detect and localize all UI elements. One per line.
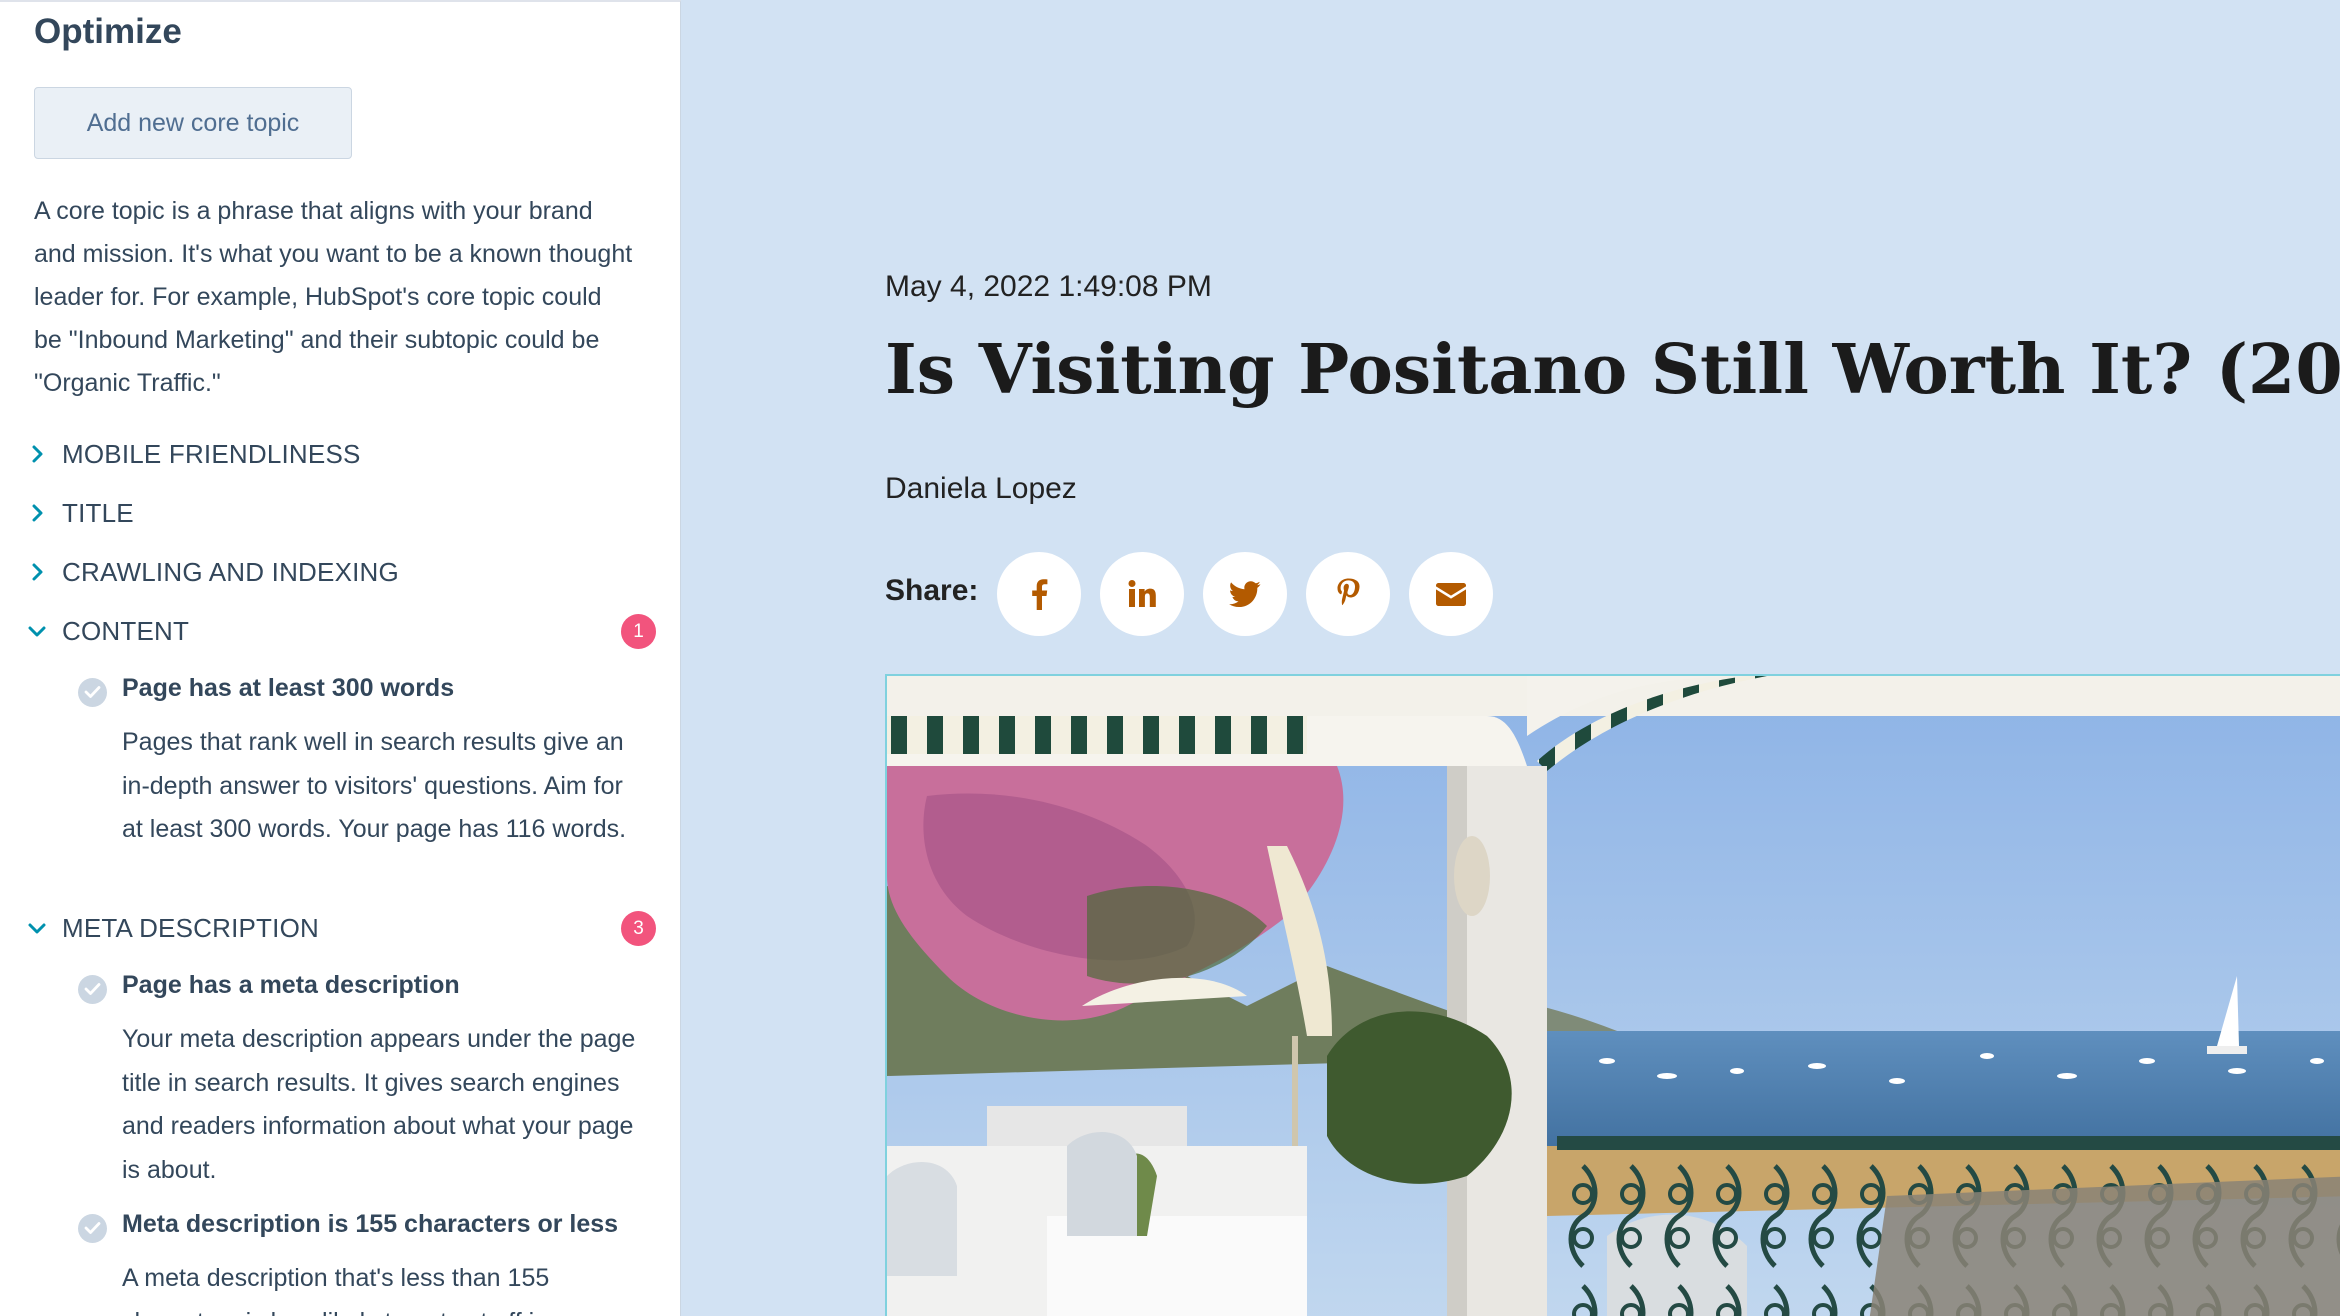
- check-description: A meta description that's less than 155 …: [122, 1264, 550, 1316]
- check-title: Meta description is 155 characters or le…: [122, 1210, 619, 1238]
- post-date: May 4, 2022 1:49:08 PM: [885, 270, 1212, 303]
- linkedin-icon: [1127, 579, 1157, 609]
- chevron-right-icon: [26, 502, 48, 524]
- issue-count-badge: 1: [621, 614, 656, 649]
- check-icon: [78, 975, 107, 1004]
- post-author: Daniela Lopez: [885, 472, 1077, 505]
- check-icon: [78, 1214, 107, 1243]
- section-title[interactable]: TITLE: [26, 491, 656, 535]
- panel-title: Optimize: [34, 12, 182, 51]
- chevron-down-icon: [26, 917, 48, 939]
- section-meta-description[interactable]: META DESCRIPTION 3: [26, 906, 656, 950]
- twitter-icon: [1229, 580, 1261, 608]
- check-icon: [78, 678, 107, 707]
- pinterest-icon: [1336, 578, 1360, 610]
- optimize-panel: Optimize Add new core topic A core topic…: [0, 0, 681, 1316]
- section-content[interactable]: CONTENT 1: [26, 609, 656, 653]
- section-label: MOBILE FRIENDLINESS: [62, 438, 361, 469]
- share-label: Share:: [885, 574, 979, 607]
- chevron-right-icon: [26, 443, 48, 465]
- positano-terrace-image: [887, 676, 2340, 1316]
- check-title: Page has a meta description: [122, 971, 460, 999]
- check-description: Pages that rank well in search results g…: [122, 728, 627, 843]
- share-pinterest-button[interactable]: [1306, 552, 1390, 636]
- email-icon: [1436, 582, 1466, 606]
- featured-image: [885, 674, 2340, 1316]
- share-facebook-button[interactable]: [997, 552, 1081, 636]
- section-mobile-friendliness[interactable]: MOBILE FRIENDLINESS: [26, 432, 656, 476]
- blog-post-preview: May 4, 2022 1:49:08 PM Is Visiting Posit…: [682, 0, 2340, 1316]
- chevron-down-icon: [26, 620, 48, 642]
- facebook-icon: [1030, 578, 1048, 610]
- share-linkedin-button[interactable]: [1100, 552, 1184, 636]
- share-twitter-button[interactable]: [1203, 552, 1287, 636]
- share-email-button[interactable]: [1409, 552, 1493, 636]
- section-label: TITLE: [62, 497, 134, 528]
- post-title: Is Visiting Positano Still Worth It? (20…: [885, 330, 2340, 410]
- check-description: Your meta description appears under the …: [122, 1025, 636, 1184]
- core-topic-description: A core topic is a phrase that aligns wit…: [34, 197, 633, 397]
- chevron-right-icon: [26, 561, 48, 583]
- issue-count-badge: 3: [621, 911, 656, 946]
- section-label: META DESCRIPTION: [62, 912, 319, 943]
- add-core-topic-button[interactable]: Add new core topic: [34, 87, 352, 159]
- check-title: Page has at least 300 words: [122, 674, 455, 702]
- section-label: CRAWLING AND INDEXING: [62, 556, 399, 587]
- section-crawling-and-indexing[interactable]: CRAWLING AND INDEXING: [26, 550, 656, 594]
- section-label: CONTENT: [62, 615, 190, 646]
